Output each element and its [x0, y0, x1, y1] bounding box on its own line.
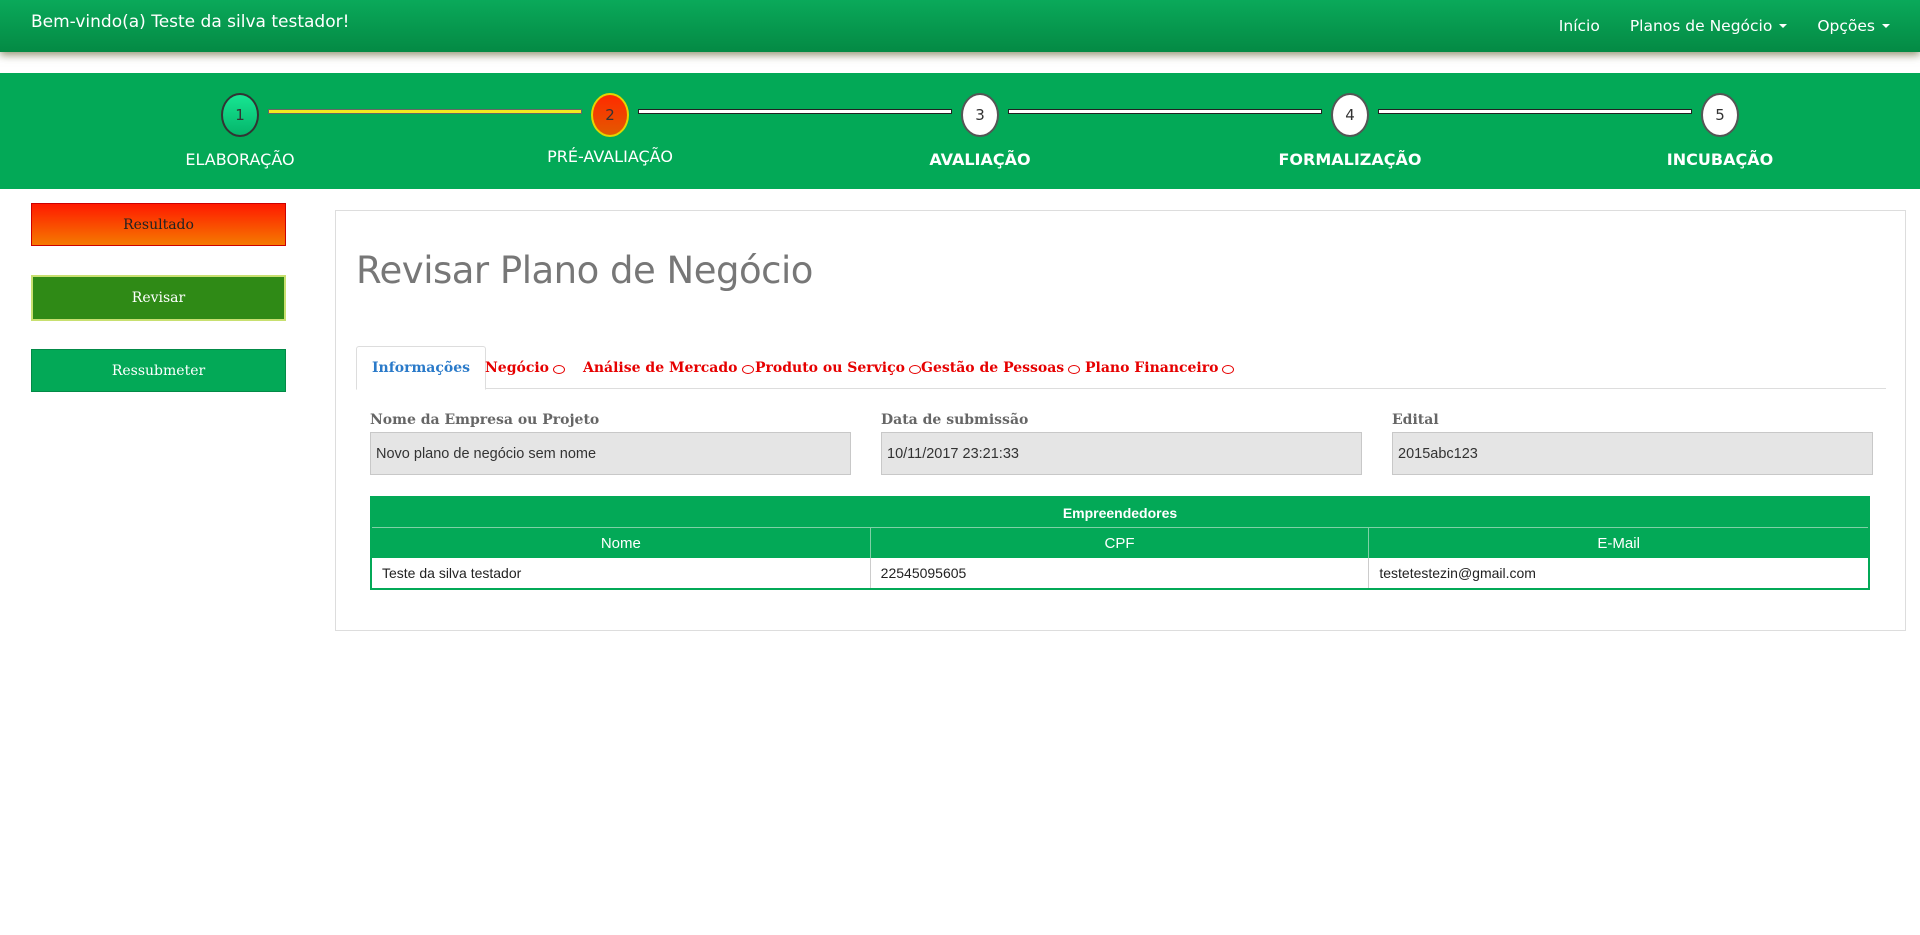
- step-2-label: PRÉ-AVALIAÇÃO: [547, 147, 673, 166]
- ressubmeter-button[interactable]: Ressubmeter: [31, 349, 286, 392]
- tab-negocio[interactable]: Negócio: [470, 346, 580, 390]
- data-submissao-field[interactable]: 10/11/2017 23:21:33: [881, 432, 1362, 475]
- step-1-circle: 1: [221, 93, 259, 137]
- nav-inicio-label: Início: [1558, 17, 1600, 35]
- cell-nome: Teste da silva testador: [372, 558, 871, 588]
- empresa-field[interactable]: Novo plano de negócio sem nome: [370, 432, 851, 475]
- tab-bar: Informações Negócio Análise de Mercado P…: [356, 346, 1886, 390]
- step-connector-2: [638, 109, 952, 114]
- nav-opcoes-dropdown[interactable]: Opções: [1817, 17, 1890, 35]
- tab-label: Informações: [372, 360, 470, 376]
- step-connector-3: [1008, 109, 1322, 114]
- edital-field[interactable]: 2015abc123: [1392, 432, 1873, 475]
- cell-cpf: 22545095605: [871, 558, 1370, 588]
- tab-label: Produto ou Serviço: [755, 360, 905, 376]
- tab-label: Negócio: [485, 360, 550, 376]
- caret-down-icon: [1882, 24, 1890, 28]
- tab-analise-mercado[interactable]: Análise de Mercado: [568, 346, 769, 390]
- caret-down-icon: [1779, 24, 1788, 28]
- step-5-circle: 5: [1701, 93, 1739, 137]
- step-3-circle: 3: [961, 93, 999, 137]
- table-row: Teste da silva testador 22545095605 test…: [372, 558, 1868, 588]
- empresa-label: Nome da Empresa ou Projeto: [370, 412, 600, 428]
- comment-icon: [1222, 364, 1235, 374]
- main-panel: Revisar Plano de Negócio Informações Neg…: [335, 210, 1906, 631]
- header-cpf: CPF: [870, 528, 1370, 558]
- step-1-label: ELABORAÇÃO: [185, 150, 295, 169]
- data-submissao-label: Data de submissão: [881, 412, 1029, 428]
- nav-inicio[interactable]: Início: [1559, 17, 1600, 35]
- nav-planos-dropdown[interactable]: Planos de Negócio: [1630, 17, 1788, 35]
- table-header: Nome CPF E-Mail: [372, 528, 1869, 558]
- welcome-message: Bem-vindo(a) Teste da silva testador!: [31, 12, 350, 32]
- tab-informacoes[interactable]: Informações: [356, 346, 486, 390]
- empreendedores-table: Empreendedores Nome CPF E-Mail Teste da …: [370, 496, 1870, 590]
- top-navbar: Bem-vindo(a) Teste da silva testador! In…: [0, 0, 1920, 52]
- step-connector-4: [1378, 109, 1692, 114]
- nav-planos-label: Planos de Negócio: [1629, 17, 1773, 35]
- header-email: E-Mail: [1369, 528, 1869, 558]
- progress-steps: 1 2 3 4 5 ELABORAÇÃO PRÉ-AVALIAÇÃO AVALI…: [0, 73, 1920, 189]
- tab-plano-financeiro[interactable]: Plano Financeiro: [1070, 346, 1249, 390]
- header-nome: Nome: [372, 528, 871, 558]
- edital-label: Edital: [1392, 412, 1439, 428]
- cell-email: testetestezin@gmail.com: [1379, 565, 1536, 581]
- revisar-button[interactable]: Revisar: [31, 275, 286, 321]
- nav-opcoes-label: Opções: [1817, 17, 1875, 35]
- table-caption: Empreendedores: [372, 498, 1868, 528]
- step-5-label: INCUBAÇÃO: [1666, 150, 1774, 169]
- tab-gestao-pessoas[interactable]: Gestão de Pessoas: [906, 346, 1095, 390]
- tab-label: Gestão de Pessoas: [921, 360, 1065, 376]
- tab-label: Plano Financeiro: [1085, 360, 1219, 376]
- step-2-circle: 2: [591, 93, 629, 137]
- step-4-circle: 4: [1331, 93, 1369, 137]
- tab-label: Análise de Mercado: [583, 360, 738, 376]
- resultado-button[interactable]: Resultado: [31, 203, 286, 246]
- comment-icon: [553, 364, 566, 374]
- step-3-label: AVALIAÇÃO: [929, 150, 1031, 169]
- page-title: Revisar Plano de Negócio: [356, 249, 813, 292]
- nav-menu: Início Planos de Negócio Opções: [1559, 0, 1920, 52]
- step-4-label: FORMALIZAÇÃO: [1278, 150, 1422, 169]
- step-connector-1: [268, 109, 582, 114]
